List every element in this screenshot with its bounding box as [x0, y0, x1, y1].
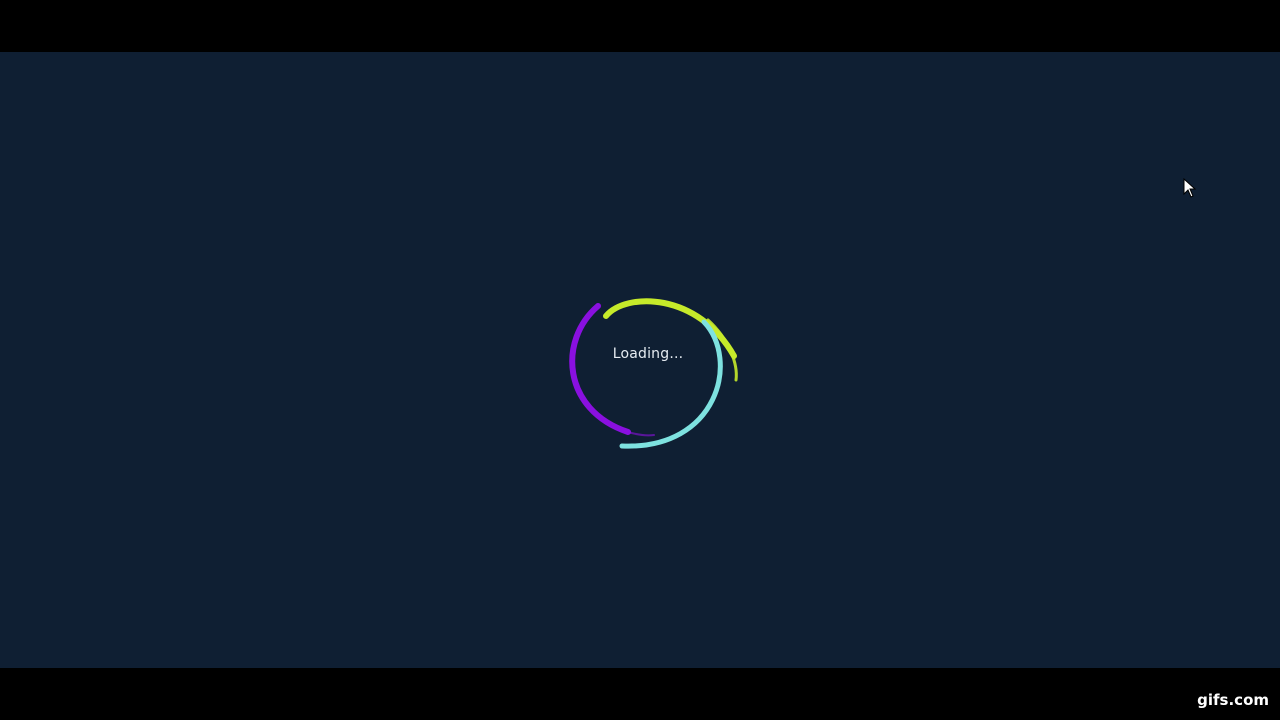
loading-spinner: Loading...	[558, 280, 748, 460]
mouse-pointer-icon	[1183, 178, 1197, 198]
spinner-rings	[569, 298, 738, 449]
loading-label: Loading...	[612, 346, 684, 362]
letterbox-bottom	[0, 668, 1280, 720]
letterbox-top	[0, 0, 1280, 52]
spinner-arc-cyan	[619, 319, 723, 449]
watermark-logo: gifs.com	[1197, 691, 1269, 709]
video-frame: Loading... gifs.com	[0, 0, 1280, 720]
page-stage: Loading...	[0, 52, 1280, 668]
spinner-arc-purple	[569, 303, 631, 435]
